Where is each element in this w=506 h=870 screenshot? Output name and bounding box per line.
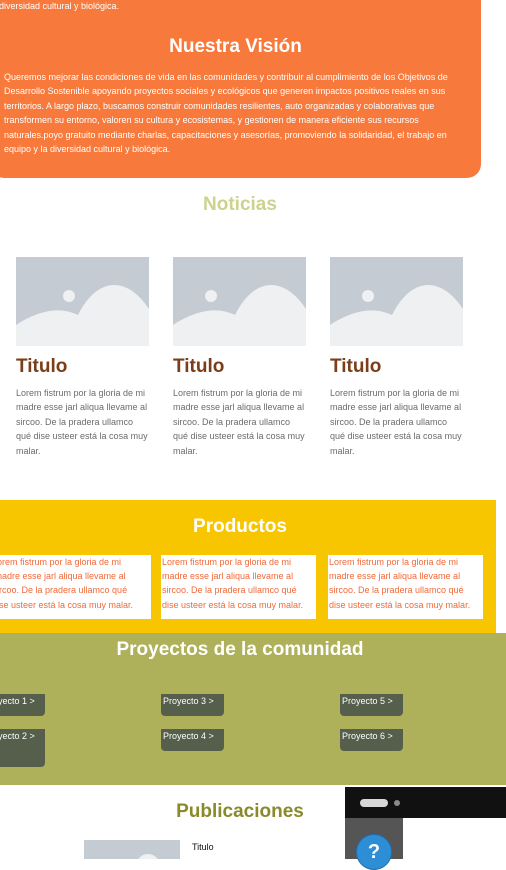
product-card[interactable]: Lorem fistrum por la gloria de mi madre …: [328, 555, 483, 619]
help-icon[interactable]: ?: [356, 834, 392, 870]
news-card-text: Lorem fistrum por la gloria de mi madre …: [330, 388, 462, 456]
product-text-line: nadre esse jarl aliqua llevame al: [0, 571, 126, 582]
news-card-title[interactable]: Titulo: [16, 356, 149, 378]
product-text-line: sircoo. De la pradera ullamco qué: [329, 585, 464, 596]
vision-section: diversidad cultural y biológica. Nuestra…: [0, 0, 481, 178]
product-text-line: Lorem fistrum por la gloria de mi: [329, 557, 459, 567]
toggle-pill-icon[interactable]: [360, 799, 388, 807]
project-4-button[interactable]: Proyecto 4 >: [161, 729, 224, 751]
vision-body: Queremos mejorar las condiciones de vida…: [4, 72, 448, 155]
project-2-button[interactable]: yecto 2 >: [0, 729, 45, 767]
widget-toolbar[interactable]: [345, 787, 506, 818]
product-text-line: dise usteer está la cosa muy malar.: [162, 599, 304, 610]
news-card-text: Lorem fistrum por la gloria de mi madre …: [16, 388, 148, 456]
vision-title: Nuestra Visión: [169, 36, 302, 57]
product-text-line: Lorem fistrum por la gloria de mi: [162, 557, 292, 567]
image-placeholder-icon: [84, 840, 180, 859]
product-text-line: madre esse jarl aliqua llevame al: [329, 571, 461, 582]
news-title: Noticias: [203, 194, 277, 215]
projects-section: Proyectos de la comunidad yecto 1 > yect…: [0, 633, 506, 785]
image-placeholder-icon: [330, 257, 463, 346]
news-card-title[interactable]: Titulo: [330, 356, 463, 378]
product-text-line: ise usteer está la cosa muy malar.: [0, 599, 134, 610]
product-card[interactable]: Lorem fistrum por la gloria de mi madre …: [161, 555, 316, 619]
product-text-line: orem fistrum por la gloria de mi: [0, 557, 122, 567]
news-card[interactable]: Titulo Lorem fistrum por la gloria de mi…: [16, 257, 149, 458]
publication-item-title[interactable]: Titulo: [192, 842, 214, 852]
product-text-line: sircoo. De la pradera ullamco qué: [162, 585, 297, 596]
project-3-button[interactable]: Proyecto 3 >: [161, 694, 224, 716]
news-card-text: Lorem fistrum por la gloria de mi madre …: [173, 388, 305, 456]
image-placeholder-icon: [16, 257, 149, 346]
indicator-dot-icon: [394, 800, 400, 806]
image-placeholder-icon: [173, 257, 306, 346]
products-section: Productos orem fistrum por la gloria de …: [0, 500, 496, 633]
previous-section-text: diversidad cultural y biológica.: [0, 1, 120, 11]
project-1-button[interactable]: yecto 1 >: [0, 694, 45, 716]
widget-panel: ?: [345, 818, 403, 870]
projects-title: Proyectos de la comunidad: [116, 639, 364, 660]
news-card[interactable]: Titulo Lorem fistrum por la gloria de mi…: [330, 257, 463, 458]
product-text-line: dise usteer está la cosa muy malar.: [329, 599, 471, 610]
news-card[interactable]: Titulo Lorem fistrum por la gloria de mi…: [173, 257, 306, 458]
news-card-title[interactable]: Titulo: [173, 356, 306, 378]
product-card[interactable]: orem fistrum por la gloria de mi nadre e…: [0, 555, 151, 619]
project-5-button[interactable]: Proyecto 5 >: [340, 694, 403, 716]
project-6-button[interactable]: Proyecto 6 >: [340, 729, 403, 751]
product-text-line: ircoo. De la pradera ullamco qué: [0, 585, 128, 596]
product-text-line: madre esse jarl aliqua llevame al: [162, 571, 294, 582]
products-title: Productos: [193, 516, 287, 537]
